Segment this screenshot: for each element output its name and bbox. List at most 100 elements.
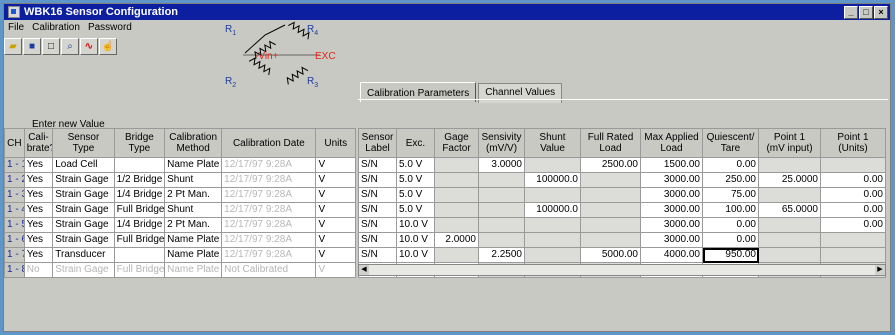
scroll-left-icon[interactable]: ◀ <box>359 265 369 275</box>
cell-p1mv[interactable]: 65.0000 <box>758 202 821 218</box>
cell-p1mv[interactable] <box>758 232 821 248</box>
cell-sensor[interactable]: Strain Gage <box>52 217 115 233</box>
cell-units[interactable]: V <box>315 217 356 233</box>
cell-bridge[interactable]: Full Bridge <box>113 232 166 248</box>
cell-cal[interactable]: Yes <box>23 232 54 248</box>
table-row[interactable]: 1 - 6YesStrain GageFull BridgeName Plate… <box>4 232 356 248</box>
cell-tare[interactable]: 0.00 <box>702 157 759 173</box>
cell-date[interactable]: 12/17/97 9:28A <box>221 187 317 203</box>
cell-units[interactable]: V <box>315 262 356 278</box>
cell-cal[interactable]: Yes <box>23 157 54 173</box>
cell-units[interactable]: V <box>315 247 356 263</box>
cell-cal[interactable]: Yes <box>23 247 54 263</box>
cell-mal[interactable]: 3000.00 <box>640 232 703 248</box>
cell-tare[interactable]: 0.00 <box>702 217 759 233</box>
table-row[interactable]: 1 - 1YesLoad Cell Name Plate12/17/97 9:28… <box>4 157 356 173</box>
cell-exc[interactable]: 5.0 V <box>396 157 435 173</box>
cell-p1mv[interactable]: 25.0000 <box>758 172 821 188</box>
cell-method[interactable]: Name Plate <box>164 262 223 278</box>
cell-p1u[interactable]: 0.00 <box>820 187 886 203</box>
cell-cal[interactable]: Yes <box>23 172 54 188</box>
table-row[interactable]: S/N 10.0 V 2.2500 5000.00 4000.00 950.00 <box>358 247 886 263</box>
cell-method[interactable]: Name Plate <box>164 157 223 173</box>
cell-label[interactable]: S/N <box>358 157 397 173</box>
cell-tare[interactable]: 0.00 <box>702 232 759 248</box>
cell-sens[interactable]: 2.2500 <box>478 247 525 263</box>
cell-sensor[interactable]: Load Cell <box>52 157 115 173</box>
hand-icon[interactable]: ☝ <box>99 38 117 55</box>
cell-exc[interactable]: 10.0 V <box>396 232 435 248</box>
horizontal-scrollbar[interactable]: ◀ ▶ <box>358 264 886 276</box>
cell-p1u[interactable] <box>820 232 886 248</box>
menu-password[interactable]: Password <box>88 22 132 33</box>
table-row[interactable]: 1 - 4YesStrain GageFull BridgeShunt12/17… <box>4 202 356 218</box>
cell-sens[interactable] <box>478 217 525 233</box>
cell-bridge[interactable]: 1/2 Bridge <box>113 172 166 188</box>
table-row[interactable]: S/N 5.0 V 100000.0 3000.00 100.00 65.0000 0.00 <box>358 202 886 218</box>
cell-frl[interactable]: 2500.00 <box>580 157 641 173</box>
cell-sensor[interactable]: Strain Gage <box>52 232 115 248</box>
cell-date[interactable]: 12/17/97 9:28A <box>221 247 317 263</box>
cell-bridge[interactable] <box>113 157 166 173</box>
cell-gage[interactable] <box>434 187 479 203</box>
cell-bridge[interactable]: Full Bridge <box>113 262 166 278</box>
cell-p1u[interactable]: 0.00 <box>820 202 886 218</box>
cell-method[interactable]: Name Plate <box>164 232 223 248</box>
cell-method[interactable]: Name Plate <box>164 247 223 263</box>
cell-mal[interactable]: 1500.00 <box>640 157 703 173</box>
cell-gage[interactable] <box>434 247 479 263</box>
cell-sensor[interactable]: Transducer <box>52 247 115 263</box>
cell-exc[interactable]: 10.0 V <box>396 217 435 233</box>
cell-frl[interactable] <box>580 187 641 203</box>
cell-p1u[interactable]: 0.00 <box>820 172 886 188</box>
maximize-button[interactable]: □ <box>859 5 873 19</box>
cell-units[interactable]: V <box>315 202 356 218</box>
cell-bridge[interactable] <box>113 247 166 263</box>
cell-p1u[interactable] <box>820 247 886 263</box>
cell-exc[interactable]: 5.0 V <box>396 172 435 188</box>
cell-label[interactable]: S/N <box>358 247 397 263</box>
table-row[interactable]: S/N 5.0 V 3.0000 2500.00 1500.00 0.00 <box>358 157 886 173</box>
cell-method[interactable]: 2 Pt Man. <box>164 217 223 233</box>
cell-date[interactable]: 12/17/97 9:28A <box>221 157 317 173</box>
cell-sens[interactable]: 3.0000 <box>478 157 525 173</box>
cell-cal[interactable]: No <box>23 262 54 278</box>
cell-frl[interactable]: 5000.00 <box>580 247 641 263</box>
cell-sensor[interactable]: Strain Gage <box>52 187 115 203</box>
cell-cal[interactable]: Yes <box>23 202 54 218</box>
cell-units[interactable]: V <box>315 232 356 248</box>
graph-icon[interactable]: ∿ <box>80 38 98 55</box>
cell-units[interactable]: V <box>315 172 356 188</box>
cell-exc[interactable]: 5.0 V <box>396 202 435 218</box>
cell-bridge[interactable]: Full Bridge <box>113 202 166 218</box>
cell-label[interactable]: S/N <box>358 217 397 233</box>
cell-frl[interactable] <box>580 202 641 218</box>
cell-label[interactable]: S/N <box>358 232 397 248</box>
cell-date[interactable]: 12/17/97 9:28A <box>221 202 317 218</box>
cell-p1mv[interactable] <box>758 247 821 263</box>
cell-shunt[interactable]: 100000.0 <box>524 202 581 218</box>
cell-method[interactable]: Shunt <box>164 172 223 188</box>
cell-mal[interactable]: 3000.00 <box>640 187 703 203</box>
cell-tare[interactable]: 100.00 <box>702 202 759 218</box>
cell-label[interactable]: S/N <box>358 172 397 188</box>
cell-tare[interactable]: 250.00 <box>702 172 759 188</box>
close-button[interactable]: × <box>874 5 888 19</box>
cell-shunt[interactable] <box>524 247 581 263</box>
cell-mal[interactable]: 3000.00 <box>640 172 703 188</box>
cell-cal[interactable]: Yes <box>23 187 54 203</box>
cell-gage[interactable] <box>434 157 479 173</box>
app-icon[interactable] <box>8 6 20 18</box>
table-row[interactable]: S/N10.0 V2.0000 3000.000.00 <box>358 232 886 248</box>
cell-p1mv[interactable] <box>758 217 821 233</box>
table-row[interactable]: 1 - 2YesStrain Gage1/2 BridgeShunt12/17/… <box>4 172 356 188</box>
cell-method[interactable]: 2 Pt Man. <box>164 187 223 203</box>
cell-mal[interactable]: 4000.00 <box>640 247 703 263</box>
scroll-right-icon[interactable]: ▶ <box>875 265 885 275</box>
table-row[interactable]: 1 - 3YesStrain Gage1/4 Bridge2 Pt Man.12… <box>4 187 356 203</box>
cell-frl[interactable] <box>580 172 641 188</box>
cell-sens[interactable] <box>478 202 525 218</box>
cell-label[interactable]: S/N <box>358 187 397 203</box>
cell-sens[interactable] <box>478 187 525 203</box>
menu-calibration[interactable]: Calibration <box>32 22 80 33</box>
